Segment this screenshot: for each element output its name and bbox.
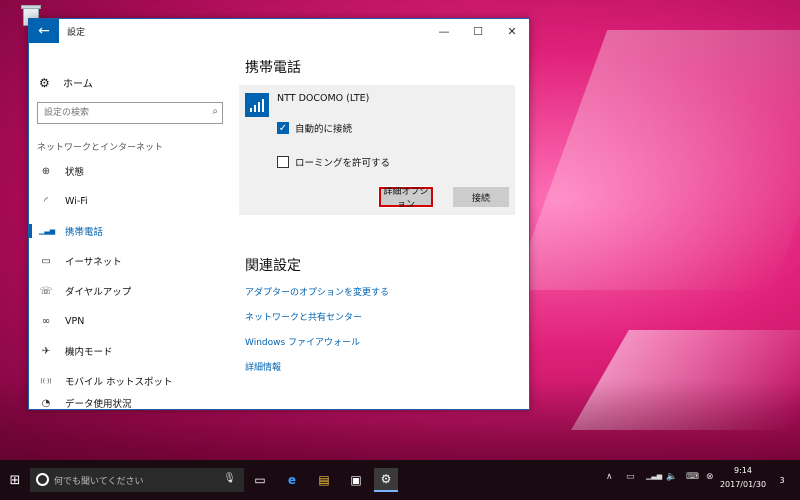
home-link[interactable]: ⚙ ホーム [39, 75, 93, 91]
connect-button[interactable]: 接続 [453, 187, 509, 207]
auto-connect-checkbox[interactable]: ✓ 自動的に接続 [277, 121, 352, 135]
network-panel[interactable]: NTT DOCOMO (LTE) ✓ 自動的に接続 ローミングを許可する 詳細オ… [239, 85, 515, 215]
page-title: 携帯電話 [245, 60, 301, 76]
search-input[interactable] [44, 106, 204, 120]
sidebar-item-label: Wi-Fi [65, 195, 88, 207]
wifi-icon: ◜ [44, 195, 48, 207]
search-icon[interactable]: ⌕ [212, 106, 218, 117]
more-info-link[interactable]: 詳細情報 [245, 360, 281, 373]
file-explorer-icon[interactable]: ▤ [312, 468, 336, 492]
sidebar-item-label: VPN [65, 315, 85, 327]
sidebar-item-cellular[interactable]: ▁▃▅ 携帯電話 [29, 217, 231, 245]
wallpaper-highlight [512, 30, 800, 290]
network-name: NTT DOCOMO (LTE) [277, 93, 370, 104]
minimize-icon[interactable]: — [427, 19, 461, 43]
main-content: 携帯電話 NTT DOCOMO (LTE) ✓ 自動的に接続 ローミングを許可す… [231, 43, 529, 409]
chevron-up-icon[interactable]: ∧ [606, 472, 613, 482]
globe-icon: ⊕ [41, 165, 51, 177]
sidebar-item-ethernet[interactable]: ▭ イーサネット [29, 247, 231, 275]
advanced-options-button[interactable]: 詳細オプション [378, 186, 434, 210]
ethernet-icon: ▭ [41, 255, 51, 267]
sidebar-item-airplane-mode[interactable]: ✈ 機内モード [29, 337, 231, 365]
cellular-icon: ▁▃▅ [39, 227, 56, 235]
data-usage-icon: ◔ [41, 397, 51, 409]
edge-browser-icon[interactable]: e [280, 468, 304, 492]
sidebar-item-data-usage[interactable]: ◔ データ使用状況 [29, 397, 231, 411]
sidebar-item-label: データ使用状況 [65, 399, 132, 410]
roaming-checkbox[interactable]: ローミングを許可する [277, 155, 390, 169]
back-arrow-icon[interactable]: ← [29, 19, 59, 43]
vpn-icon: ∞ [41, 315, 51, 327]
sidebar-item-status[interactable]: ⊕ 状態 [29, 157, 231, 185]
cellular-signal-icon [245, 93, 269, 117]
checkbox-box[interactable] [277, 156, 289, 168]
hotspot-icon: ((·)) [40, 377, 52, 385]
microphone-icon[interactable]: 🎙 [223, 473, 236, 484]
task-view-icon[interactable]: ▭ [248, 468, 272, 492]
settings-gear-icon[interactable]: ⚙ [374, 468, 398, 492]
sidebar-item-label: モバイル ホットスポット [65, 377, 173, 388]
sidebar-item-label: 携帯電話 [65, 227, 104, 238]
windows-start-icon[interactable]: ⊞ [0, 460, 30, 500]
sidebar-item-label: イーサネット [65, 257, 122, 268]
section-label: ネットワークとインターネット [37, 143, 164, 153]
cortana-icon [36, 473, 49, 486]
clock[interactable]: 9:14 2017/01/30 [718, 464, 768, 492]
settings-window: ← 設定 — ☐ ✕ ⚙ ホーム ⌕ ネットワークとインターネット ⊕ 状態 ◜… [28, 18, 530, 410]
firewall-link[interactable]: Windows ファイアウォール [245, 335, 360, 348]
network-sharing-center-link[interactable]: ネットワークと共有センター [245, 310, 362, 323]
related-settings-title: 関連設定 [245, 258, 301, 274]
gear-icon: ⚙ [39, 75, 50, 90]
notification-center-icon[interactable]: 3 [772, 470, 792, 490]
sidebar-item-vpn[interactable]: ∞ VPN [29, 307, 231, 335]
sidebar-item-dialup[interactable]: ☏ ダイヤルアップ [29, 277, 231, 305]
sidebar-item-wifi[interactable]: ◜ Wi-Fi [29, 187, 231, 215]
close-icon[interactable]: ✕ [495, 19, 529, 43]
clock-time: 9:14 [734, 466, 752, 475]
maximize-icon[interactable]: ☐ [461, 19, 495, 43]
sidebar-item-label: 状態 [65, 167, 85, 178]
clock-date: 2017/01/30 [719, 480, 767, 489]
notification-count: 3 [779, 475, 785, 485]
cortana-search-box[interactable]: 何でも聞いてください 🎙 [30, 468, 244, 492]
taskbar: ⊞ 何でも聞いてください 🎙 ▭ e ▤ ▣ ⚙ ∧ ▭ ▁▃▅ 🔈 ⌨ ⊗ 9… [0, 460, 800, 500]
cellular-tray-icon[interactable]: ▁▃▅ [646, 472, 662, 480]
window-title: 設定 [67, 28, 86, 38]
adapter-options-link[interactable]: アダプターのオプションを変更する [245, 285, 389, 298]
sidebar-item-hotspot[interactable]: ((·)) モバイル ホットスポット [29, 367, 231, 395]
roaming-label: ローミングを許可する [295, 158, 391, 169]
cortana-placeholder: 何でも聞いてください [54, 477, 144, 487]
auto-connect-label: 自動的に接続 [295, 124, 353, 135]
dialup-icon: ☏ [39, 285, 53, 297]
store-icon[interactable]: ▣ [344, 468, 368, 492]
title-bar[interactable]: ← 設定 — ☐ ✕ [29, 19, 529, 43]
home-label: ホーム [63, 79, 93, 90]
airplane-icon: ✈ [41, 345, 51, 357]
sidebar-item-label: 機内モード [65, 347, 113, 358]
settings-search[interactable]: ⌕ [37, 102, 223, 124]
battery-icon[interactable]: ▭ [626, 472, 635, 482]
checkmark-icon[interactable]: ✓ [277, 122, 289, 134]
close-circle-icon[interactable]: ⊗ [706, 472, 714, 482]
sidebar-item-label: ダイヤルアップ [65, 287, 132, 298]
sidebar: ⚙ ホーム ⌕ ネットワークとインターネット ⊕ 状態 ◜ Wi-Fi ▁▃▅ … [29, 43, 231, 411]
keyboard-icon[interactable]: ⌨ [686, 472, 699, 482]
volume-icon[interactable]: 🔈 [666, 472, 677, 482]
